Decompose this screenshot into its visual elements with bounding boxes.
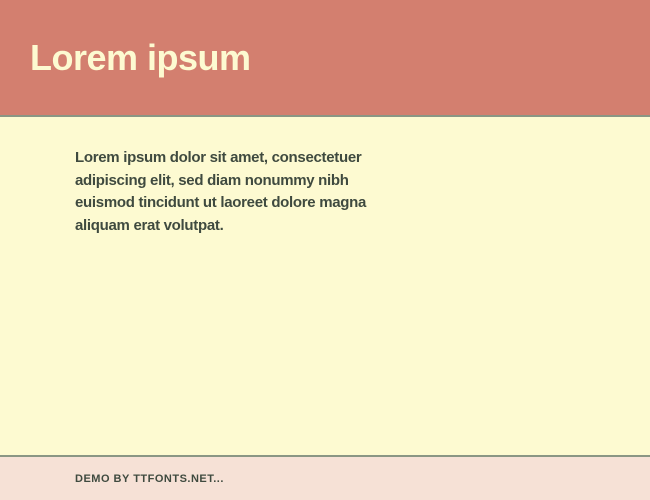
footer-text: DEMO BY TTFONTS.NET... <box>75 473 224 485</box>
footer: DEMO BY TTFONTS.NET... <box>0 457 650 500</box>
page-title: Lorem ipsum <box>30 37 251 79</box>
body-text: Lorem ipsum dolor sit amet, consectetuer… <box>75 147 400 237</box>
content-area: Lorem ipsum dolor sit amet, consectetuer… <box>0 117 650 455</box>
header: Lorem ipsum <box>0 0 650 115</box>
